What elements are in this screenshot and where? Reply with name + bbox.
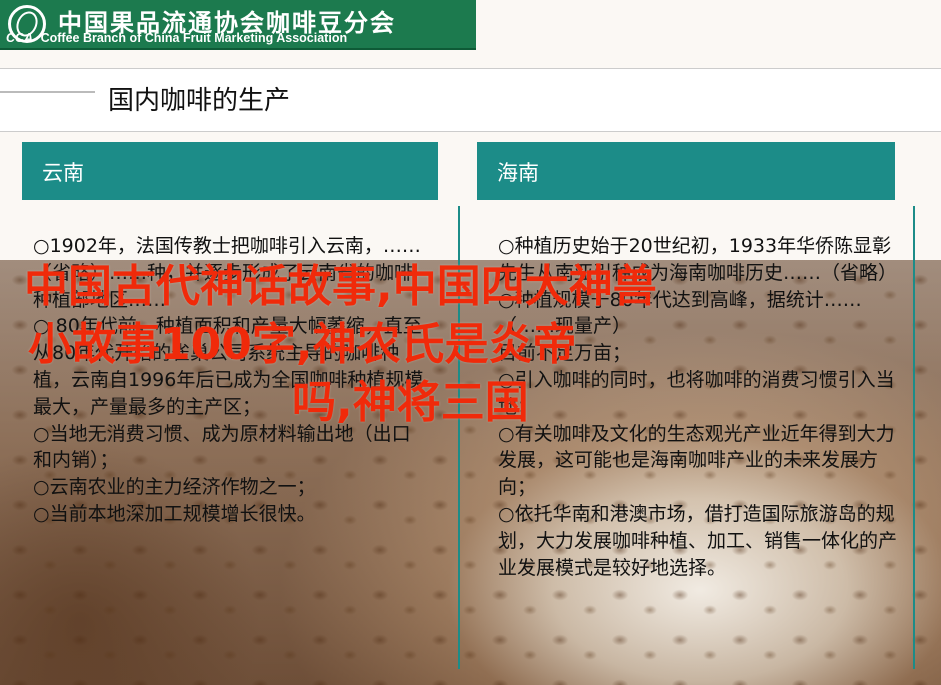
page-title: 国内咖啡的生产 — [108, 86, 291, 116]
association-banner: 中国果品流通协会咖啡豆分会 CCA Coffee Branch of China… — [0, 0, 476, 50]
overlay-line-3: 吗,神将三国 — [292, 377, 529, 428]
org-name-en-text: Coffee Branch of China Fruit Marketing A… — [40, 31, 348, 45]
list-item: ○云南农业的主力经济作物之一； — [33, 476, 316, 499]
title-bar-accent — [0, 91, 95, 93]
org-name-en: CCA Coffee Branch of China Fruit Marketi… — [6, 31, 347, 45]
panel-heading-yunnan: 云南 — [22, 142, 438, 200]
list-item: ○引入咖啡的同时，也将咖啡的消费习惯引入当地； — [498, 368, 895, 418]
panel-heading-hainan: 海南 — [477, 142, 895, 200]
list-item: ○有关咖啡及文化的生态观光产业近年得到大力发展，这可能也是海南咖啡产业的未来发展… — [498, 422, 895, 499]
list-item: ○当前本地深加工规模增长很快。 — [33, 502, 316, 525]
org-abbr: CCA — [6, 31, 34, 45]
list-item: ○依托华南和港澳市场，借打造国际旅游岛的规划，大力发展咖啡种植、加工、销售一体化… — [498, 502, 898, 579]
divider-right — [913, 206, 915, 669]
overlay-line-2: 小故事100字,神农氏是炎帝 — [28, 319, 577, 370]
overlay-line-1: 中国古代神话故事,中国四大神兽 — [24, 261, 657, 312]
